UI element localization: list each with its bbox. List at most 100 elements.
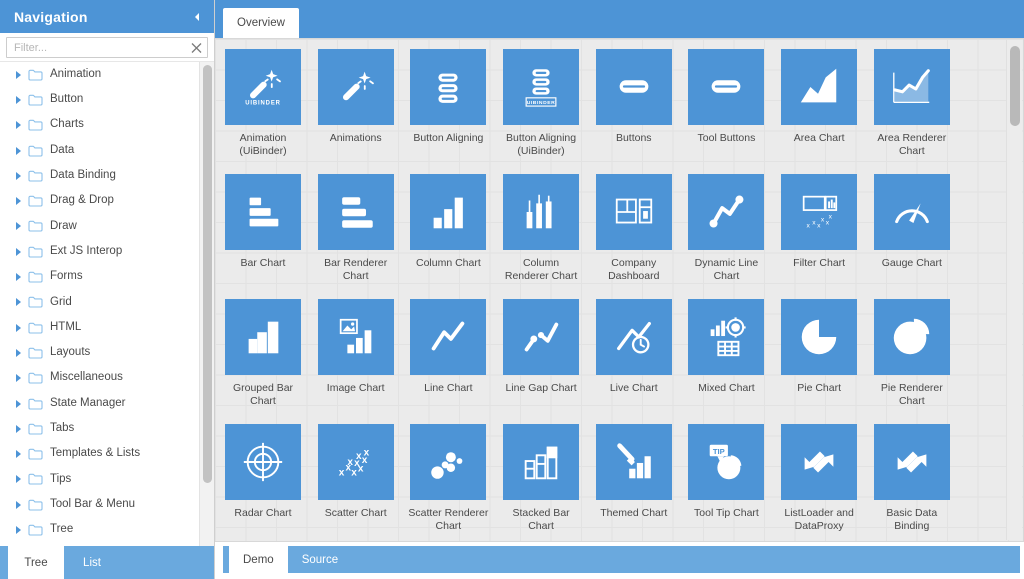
pill-button-icon: [688, 49, 765, 125]
tile-scatter-renderer-chart[interactable]: Scatter Renderer Chart: [408, 424, 488, 541]
close-icon[interactable]: [190, 41, 203, 54]
tile-bar-chart[interactable]: Bar Chart: [225, 174, 301, 299]
chevron-right-icon[interactable]: [10, 370, 26, 386]
tree-item-tree[interactable]: Tree: [0, 517, 199, 542]
tile-label: Column Chart: [415, 257, 481, 269]
tree-item-tips[interactable]: Tips: [0, 467, 199, 492]
tile-animation-uibinder[interactable]: UIBINDER Animation (UiBinder): [225, 49, 301, 174]
tile-column-chart[interactable]: Column Chart: [410, 174, 487, 299]
tile-image-chart[interactable]: Image Chart: [317, 299, 394, 424]
chevron-left-icon[interactable]: [190, 10, 204, 24]
content-scrollbar-thumb[interactable]: [1010, 46, 1020, 126]
chevron-right-icon[interactable]: [10, 67, 26, 83]
chevron-right-icon[interactable]: [10, 269, 26, 285]
tree-item-animation[interactable]: Animation: [0, 62, 199, 87]
tree-item-state-manager[interactable]: State Manager: [0, 391, 199, 416]
chevron-right-icon[interactable]: [10, 320, 26, 336]
tile-themed-chart[interactable]: Themed Chart: [595, 424, 672, 541]
sidebar-scrollbar-thumb[interactable]: [203, 65, 212, 483]
tile-line-gap-chart[interactable]: Line Gap Chart: [503, 299, 580, 424]
chevron-right-icon[interactable]: [10, 92, 26, 108]
filter-input[interactable]: [7, 38, 207, 57]
tile-tool-buttons[interactable]: Tool Buttons: [688, 49, 765, 174]
tile-area-renderer-chart[interactable]: Area Renderer Chart: [873, 49, 950, 174]
tree-item-charts[interactable]: Charts: [0, 113, 199, 138]
tree-item-tool-bar-menu[interactable]: Tool Bar & Menu: [0, 492, 199, 517]
tile-animations[interactable]: Animations: [317, 49, 394, 174]
tile-live-chart[interactable]: Live Chart: [595, 299, 672, 424]
tile-dynamic-line-chart[interactable]: Dynamic Line Chart: [688, 174, 765, 299]
tile-bar-renderer-chart[interactable]: Bar Renderer Chart: [317, 174, 394, 299]
tile-radar-chart[interactable]: Radar Chart: [225, 424, 301, 541]
bottom-tab-source[interactable]: Source: [288, 546, 352, 573]
navigation-header: Navigation: [0, 0, 214, 33]
tile-label: Basic Data Binding: [886, 507, 938, 532]
tile-area-chart[interactable]: Area Chart: [781, 49, 858, 174]
stacked-bar-chart-icon: [503, 424, 580, 500]
tile-button-aligning[interactable]: Button Aligning: [410, 49, 487, 174]
tile-basic-data-binding[interactable]: Basic Data Binding: [873, 424, 950, 541]
themed-chart-icon: [595, 424, 672, 500]
chevron-right-icon[interactable]: [10, 421, 26, 437]
tree-item-button[interactable]: Button: [0, 87, 199, 112]
tree-item-drag-drop[interactable]: Drag & Drop: [0, 188, 199, 213]
tile-button-aligning-uibinder[interactable]: UIBINDER Button Aligning (UiBinder): [503, 49, 580, 174]
tree-item-grid[interactable]: Grid: [0, 290, 199, 315]
chevron-right-icon[interactable]: [10, 117, 26, 133]
tree-item-html[interactable]: HTML: [0, 315, 199, 340]
tile-buttons[interactable]: Buttons: [595, 49, 672, 174]
nav-tab-list[interactable]: List: [64, 546, 120, 579]
chevron-right-icon[interactable]: [10, 497, 26, 513]
tree-item-templates-lists[interactable]: Templates & Lists: [0, 441, 199, 466]
tile-mixed-chart[interactable]: Mixed Chart: [688, 299, 765, 424]
chevron-right-icon[interactable]: [10, 471, 26, 487]
tab-overview[interactable]: Overview: [223, 8, 299, 38]
chevron-right-icon[interactable]: [10, 522, 26, 538]
chevron-right-icon[interactable]: [10, 218, 26, 234]
chevron-right-icon[interactable]: [10, 143, 26, 159]
tree-item-draw[interactable]: Draw: [0, 214, 199, 239]
tile-label: Scatter Chart: [324, 507, 387, 519]
tree-item-data[interactable]: Data: [0, 138, 199, 163]
tile-grouped-bar-chart[interactable]: Grouped Bar Chart: [225, 299, 301, 424]
line-gap-chart-icon: [503, 299, 580, 375]
tile-pie-renderer-chart[interactable]: Pie Renderer Chart: [873, 299, 950, 424]
content-scrollbar-track[interactable]: [1006, 40, 1022, 540]
tree-item-ext-js-interop[interactable]: Ext JS Interop: [0, 239, 199, 264]
pie-renderer-chart-icon: [873, 299, 950, 375]
data-arrows-icon: [873, 424, 950, 500]
chevron-right-icon[interactable]: [10, 396, 26, 412]
sidebar-scrollbar-track[interactable]: [199, 62, 214, 546]
tile-label: Company Dashboard: [608, 257, 660, 282]
tile-filter-chart[interactable]: x x x x x x Filter Chart: [781, 174, 858, 299]
tree-item-label: Data Binding: [50, 169, 116, 182]
tile-column-renderer-chart[interactable]: Column Renderer Chart: [503, 174, 580, 299]
bottom-tab-demo[interactable]: Demo: [229, 546, 288, 573]
chevron-right-icon[interactable]: [10, 345, 26, 361]
tile-gauge-chart[interactable]: Gauge Chart: [873, 174, 950, 299]
mixed-chart-icon: [688, 299, 765, 375]
chevron-right-icon[interactable]: [10, 244, 26, 260]
tree-item-layouts[interactable]: Layouts: [0, 340, 199, 365]
tile-label: Tool Tip Chart: [694, 507, 759, 519]
tile-tool-tip-chart[interactable]: TIP Tool Tip Chart: [688, 424, 765, 541]
tile-pie-chart[interactable]: Pie Chart: [781, 299, 858, 424]
chevron-right-icon[interactable]: [10, 168, 26, 184]
tile-scatter-chart[interactable]: x x x x x x x x x Scatter Chart: [317, 424, 394, 541]
chevron-right-icon[interactable]: [10, 294, 26, 310]
tree-item-data-binding[interactable]: Data Binding: [0, 163, 199, 188]
tile-company-dashboard[interactable]: Company Dashboard: [595, 174, 672, 299]
tile-line-chart[interactable]: Line Chart: [410, 299, 487, 424]
tree-item-forms[interactable]: Forms: [0, 264, 199, 289]
tile-label: Radar Chart: [234, 507, 292, 519]
tree-item-miscellaneous[interactable]: Miscellaneous: [0, 366, 199, 391]
filter-chart-icon: xxxxxx: [781, 174, 858, 250]
nav-tab-tree[interactable]: Tree: [8, 546, 64, 579]
tree-item-label: Tool Bar & Menu: [50, 497, 136, 510]
magic-wand-icon: [317, 49, 394, 125]
chevron-right-icon[interactable]: [10, 193, 26, 209]
tile-stacked-bar-chart[interactable]: Stacked Bar Chart: [503, 424, 580, 541]
tile-listloader-and-dataproxy[interactable]: ListLoader and DataProxy: [781, 424, 858, 541]
chevron-right-icon[interactable]: [10, 446, 26, 462]
tree-item-tabs[interactable]: Tabs: [0, 416, 199, 441]
